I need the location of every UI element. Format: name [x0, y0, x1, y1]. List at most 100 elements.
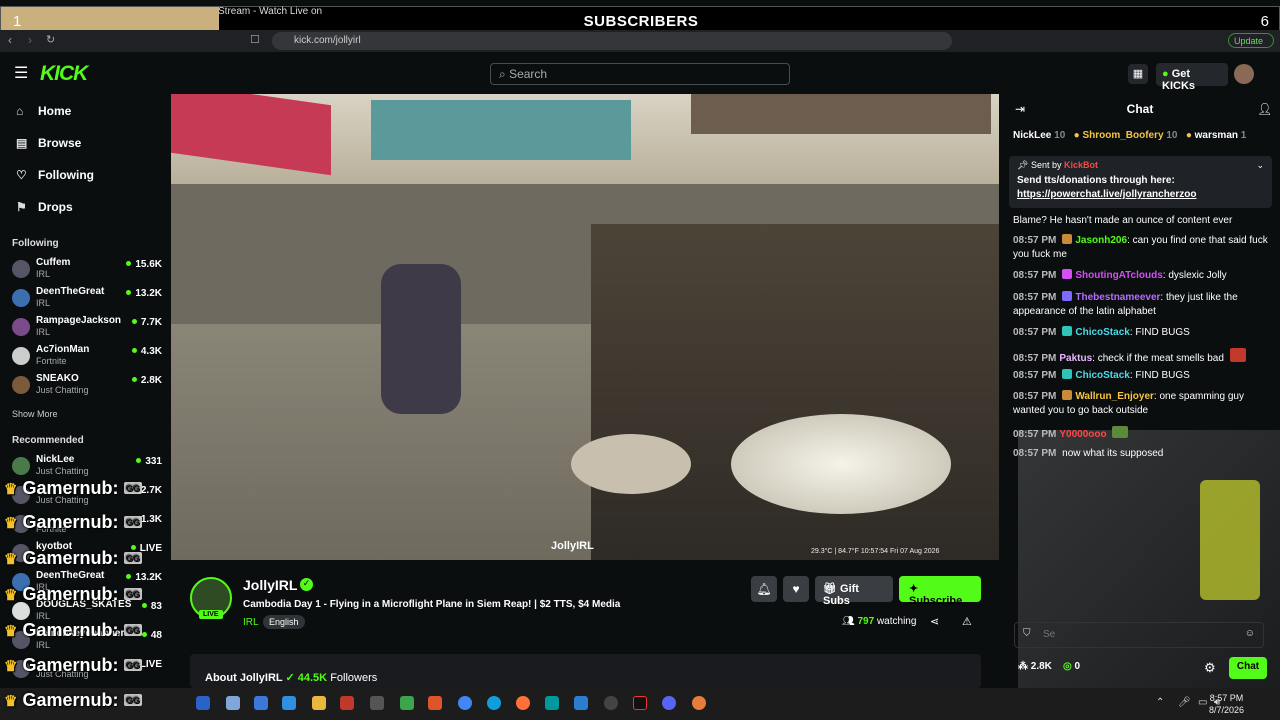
nav-browse[interactable]: ▤ Browse	[16, 136, 81, 150]
chat-username[interactable]: Y0000ooo	[1059, 429, 1106, 440]
reload-icon[interactable]: ↻	[46, 33, 55, 46]
app-icon[interactable]	[370, 696, 384, 710]
following-channel[interactable]: SNEAKO Just Chatting 2.8K	[12, 373, 162, 401]
discord-icon[interactable]	[662, 696, 676, 710]
app-icon[interactable]	[226, 696, 240, 710]
chat-footer: ⁂ 2.8K ◎ 0	[1018, 661, 1080, 672]
chat-message: 08:57 PM Wallrun_Enjoyer: one spamming gu…	[1013, 390, 1244, 416]
following-channel[interactable]: Ac7ionMan Fortnite 4.3K	[12, 344, 162, 372]
report-warning-icon[interactable]: ⚠	[962, 615, 972, 628]
video-player[interactable]: JollyIRL 29.3°C | 84.7°F 10:57:54 Fri 07…	[171, 94, 999, 560]
back-icon[interactable]: ‹	[8, 33, 12, 47]
bot-name[interactable]: KickBot	[1064, 160, 1098, 170]
language-tag[interactable]: English	[263, 615, 305, 629]
points-count[interactable]: 0	[1075, 661, 1081, 672]
chrome-icon[interactable]	[458, 696, 472, 710]
tray-chevron-icon[interactable]: ⌃	[1156, 697, 1164, 708]
users-icon[interactable]: 👤︎	[1257, 102, 1272, 116]
gg-badge: GG	[123, 694, 142, 706]
gifter-name[interactable]: NickLee	[1013, 130, 1051, 141]
watching-label: watching	[876, 616, 917, 627]
gear-icon[interactable]: ⚙	[1204, 660, 1216, 676]
kick-logo[interactable]: KICK	[40, 62, 88, 86]
gifter-name[interactable]: Shroom_Boofery	[1082, 130, 1163, 141]
search-input[interactable]: ⌕ Search	[490, 63, 790, 85]
chat-title: Chat	[1126, 102, 1154, 116]
app-icon[interactable]	[196, 696, 210, 710]
alert-overlay: ♛ Gamernub: GG	[4, 655, 142, 677]
channel-name[interactable]: JollyIRL	[243, 577, 297, 593]
edge-icon[interactable]	[487, 696, 501, 710]
sent-by-label: Sent by	[1030, 160, 1062, 170]
folder-icon[interactable]	[312, 696, 326, 710]
brave-icon[interactable]	[428, 696, 442, 710]
kicks-count[interactable]: 2.8K	[1031, 661, 1052, 672]
emoji-icon[interactable]: ☺	[1245, 628, 1255, 639]
unpin-icon[interactable]: ⌄	[1256, 160, 1264, 171]
dashboard-icon[interactable]: ▦	[1128, 64, 1148, 84]
chat-username[interactable]: ChicoStack	[1075, 370, 1129, 381]
show-more-link[interactable]: Show More	[12, 409, 58, 419]
send-chat-button[interactable]: Chat	[1229, 657, 1267, 679]
chat-username[interactable]: Paktus	[1059, 353, 1092, 364]
viewer-count: 83	[142, 601, 162, 612]
microphone-icon[interactable]: 🎤︎	[1178, 697, 1191, 708]
app-icon[interactable]	[282, 696, 296, 710]
follow-heart-icon[interactable]: ♥	[783, 576, 809, 602]
user-badge-icon	[1062, 269, 1073, 279]
gg-badge: GG	[123, 482, 142, 494]
live-badge: LIVE	[199, 610, 223, 619]
forward-icon[interactable]: ›	[28, 33, 32, 47]
app-icon[interactable]	[340, 696, 354, 710]
pinned-link[interactable]: https://powerchat.live/jollyrancherzoo	[1017, 189, 1196, 200]
vscode-icon[interactable]	[574, 696, 588, 710]
category-link[interactable]: IRL	[243, 617, 259, 628]
app-icon[interactable]	[604, 696, 618, 710]
notification-bell-icon[interactable]: 🔔︎	[751, 576, 777, 602]
nav-drops[interactable]: ⚑ Drops	[16, 200, 73, 214]
get-kicks-button[interactable]: ● Get KICKs	[1156, 63, 1228, 92]
tiktok-icon[interactable]	[633, 696, 647, 710]
network-icon[interactable]: ▭	[1198, 697, 1207, 708]
gift-icon: 🎁︎	[823, 583, 841, 595]
address-bar[interactable]: kick.com/jollyirl	[272, 32, 952, 50]
taskbar-clock[interactable]: 8:57 PM 8/7/2026	[1209, 692, 1244, 716]
kicks-icon: ⁂	[1018, 661, 1031, 672]
chat-message: 08:57 PM ShoutingATclouds: dyslexic Jolly	[1013, 269, 1227, 281]
shield-icon[interactable]: ⛉	[1023, 628, 1031, 639]
share-icon[interactable]: ⋖	[930, 615, 939, 628]
emote-icon	[1112, 426, 1129, 438]
gift-subs-button[interactable]: 🎁︎ Gift Subs	[815, 576, 893, 607]
chat-input[interactable]: Se ☺ ⛉	[1014, 622, 1264, 648]
following-channel[interactable]: Cuffem IRL 15.6K	[12, 257, 162, 285]
firefox-icon[interactable]	[516, 696, 530, 710]
chat-username[interactable]: ShoutingATclouds	[1075, 270, 1162, 281]
update-button[interactable]: Update	[1228, 33, 1274, 48]
alert-text: Gamernub:	[22, 690, 119, 710]
chat-username[interactable]: Wallrun_Enjoyer	[1075, 391, 1154, 402]
browser-tab[interactable]: Stream - Watch Live on	[218, 6, 330, 20]
nav-home[interactable]: ⌂ Home	[16, 104, 71, 118]
pinned-text: Send tts/donations through here:	[1017, 175, 1175, 186]
app-icon[interactable]	[400, 696, 414, 710]
chat-username[interactable]: Thebestnameever	[1075, 292, 1160, 303]
app-icon[interactable]	[692, 696, 706, 710]
bookmark-icon[interactable]: ☐	[250, 33, 260, 46]
hamburger-menu-icon[interactable]: ☰	[14, 63, 28, 83]
chat-username[interactable]: Jasonh206	[1075, 235, 1127, 246]
nav-following[interactable]: ♡ Following	[16, 168, 94, 182]
crown-icon: ♛	[4, 551, 18, 568]
chat-username[interactable]: ChicoStack	[1075, 327, 1129, 338]
following-channel[interactable]: DeenTheGreat IRL 13.2K	[12, 286, 162, 314]
gifter-name[interactable]: warsman	[1195, 130, 1238, 141]
user-avatar[interactable]	[1234, 64, 1254, 84]
following-channel[interactable]: RampageJackson IRL 7.7K	[12, 315, 162, 343]
alert-text: Gamernub:	[22, 548, 119, 568]
chat-message: 08:57 PM now what its supposed	[1013, 447, 1275, 461]
avatar	[12, 457, 30, 475]
chat-time: 08:57 PM	[1013, 270, 1057, 281]
app-icon[interactable]	[254, 696, 268, 710]
app-icon[interactable]	[545, 696, 559, 710]
nav-following-label: Following	[38, 168, 94, 182]
subscribe-button[interactable]: ✦ Subscribe	[899, 576, 981, 607]
